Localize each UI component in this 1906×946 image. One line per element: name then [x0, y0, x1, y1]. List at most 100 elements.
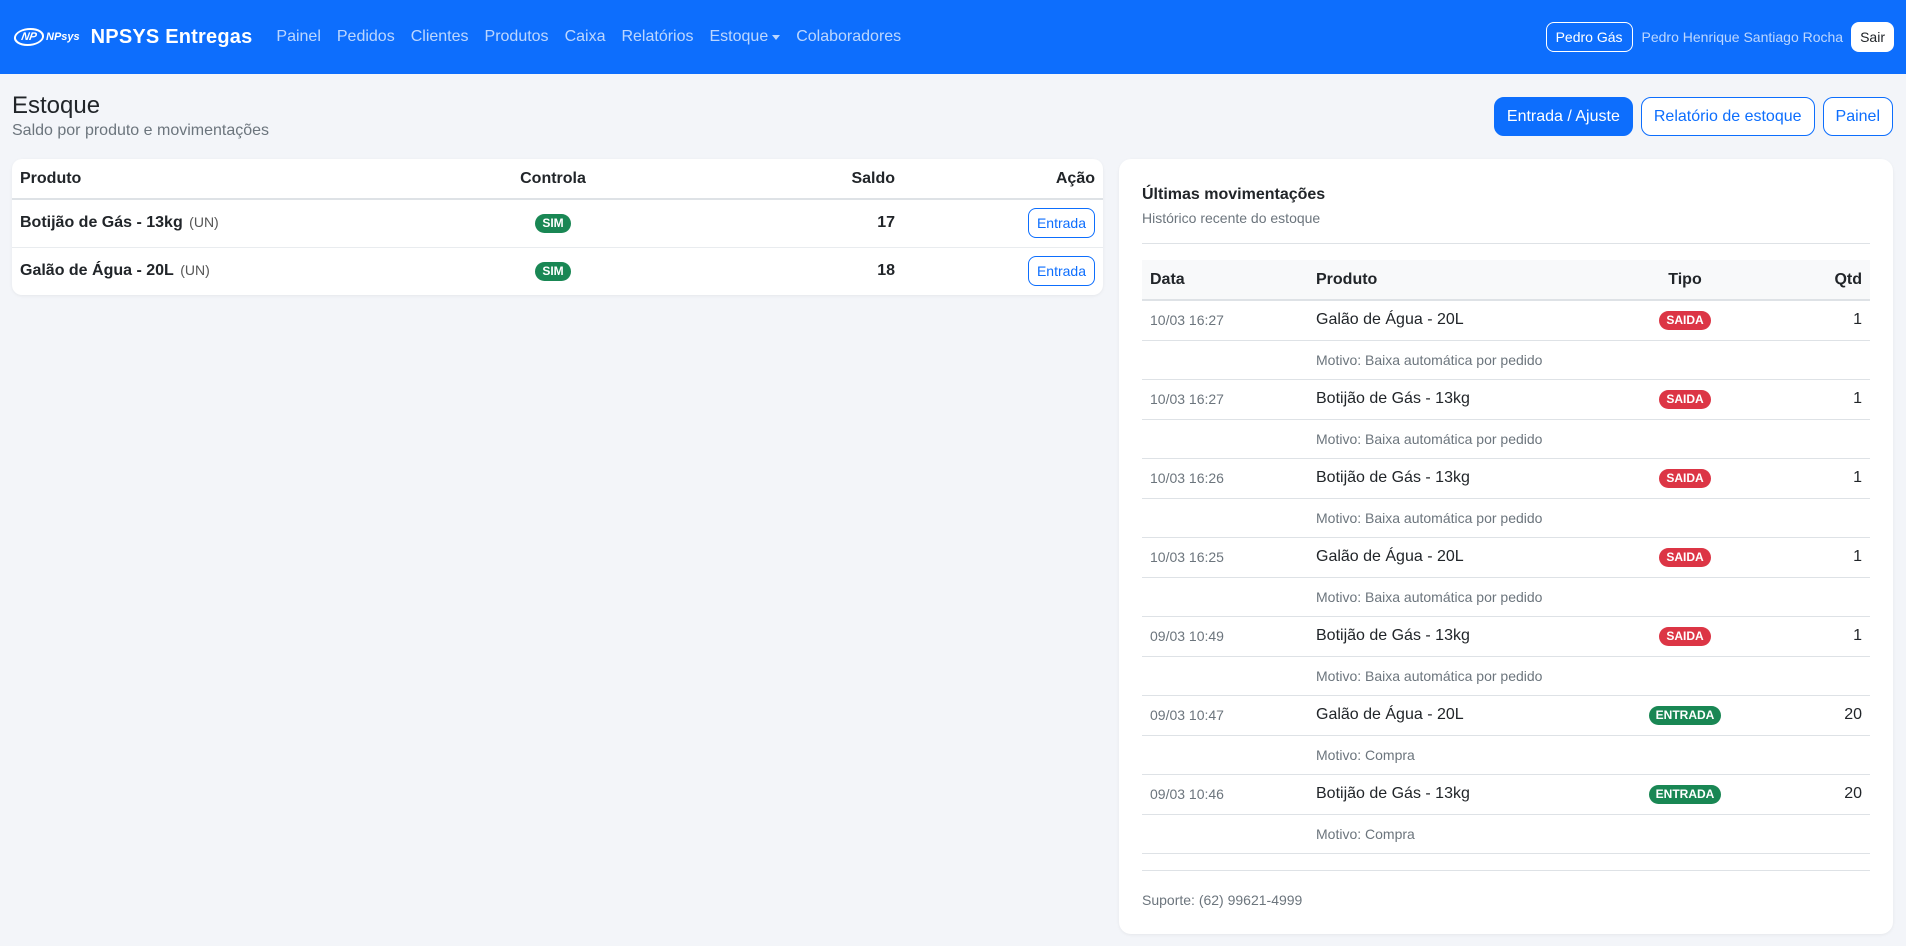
- movement-qty: 1: [1756, 379, 1870, 420]
- movement-row: 10/03 16:27 Botijão de Gás - 13kg SAIDA …: [1142, 379, 1870, 420]
- movement-reason-row: Motivo: Baixa automática por pedido: [1142, 656, 1870, 696]
- nav-item-colaboradores[interactable]: Colaboradores: [796, 28, 901, 46]
- col-header-product: Produto: [1308, 260, 1614, 301]
- movement-type-cell: SAIDA: [1614, 300, 1756, 341]
- action-cell: Entrada: [903, 199, 1103, 248]
- movement-type-badge: SAIDA: [1659, 389, 1711, 409]
- entry-button[interactable]: Entrada: [1027, 256, 1095, 287]
- movement-date: 10/03 16:27: [1142, 300, 1308, 341]
- col-header-type: Tipo: [1614, 260, 1756, 301]
- brand-logo-text: NPsys: [46, 31, 80, 43]
- nav-item-caixa[interactable]: Caixa: [565, 28, 606, 46]
- movement-date: 10/03 16:26: [1142, 458, 1308, 499]
- brand-logo: NP NPsys: [12, 28, 80, 46]
- col-header-action: Ação: [903, 159, 1103, 200]
- nav-item-produtos[interactable]: Produtos: [485, 28, 549, 46]
- balance-cell: 17: [621, 199, 903, 248]
- movements-table-header: Data Produto Tipo Qtd: [1142, 260, 1870, 301]
- balance-cell: 18: [877, 262, 895, 280]
- movement-product: Galão de Água - 20L: [1308, 537, 1614, 578]
- movement-type-cell: SAIDA: [1614, 379, 1756, 420]
- stock-card: Produto Controla Saldo Ação Botijão de G…: [12, 159, 1103, 295]
- movement-row: 10/03 16:26 Botijão de Gás - 13kg SAIDA …: [1142, 458, 1870, 499]
- movement-type-cell: SAIDA: [1614, 616, 1756, 657]
- logout-button[interactable]: Sair: [1851, 22, 1894, 52]
- movement-qty: 20: [1756, 774, 1870, 815]
- user-area: Pedro Gás Pedro Henrique Santiago Rocha …: [1545, 0, 1894, 74]
- movement-reason: Motivo: Baixa automática por pedido: [1308, 656, 1870, 696]
- brand[interactable]: NP NPsys NPSYS Entregas: [12, 25, 253, 49]
- entry-button[interactable]: Entrada: [1027, 208, 1095, 239]
- movement-reason: Motivo: Baixa automática por pedido: [1308, 340, 1870, 380]
- stock-report-button[interactable]: Relatório de estoque: [1640, 97, 1815, 136]
- movement-type-badge: SAIDA: [1659, 547, 1711, 567]
- stock-table: Produto Controla Saldo Ação Botijão de G…: [12, 159, 1103, 295]
- movement-qty: 1: [1756, 300, 1870, 341]
- brand-name: NPSYS Entregas: [90, 25, 253, 48]
- movement-reason: Motivo: Baixa automática por pedido: [1308, 577, 1870, 617]
- page-title: Estoque: [12, 92, 101, 119]
- movement-row: 09/03 10:47 Galão de Água - 20L ENTRADA …: [1142, 695, 1870, 736]
- movement-row: 09/03 10:49 Botijão de Gás - 13kg SAIDA …: [1142, 616, 1870, 657]
- movement-reason: Motivo: Compra: [1308, 814, 1870, 854]
- entry-adjust-button[interactable]: Entrada / Ajuste: [1493, 97, 1633, 136]
- page-header: Estoque Saldo por produto e movimentaçõe…: [0, 74, 1906, 158]
- movement-type-cell: SAIDA: [1614, 458, 1756, 499]
- movements-card: Últimas movimentações Histórico recente …: [1119, 159, 1893, 934]
- movement-reason-row: Motivo: Baixa automática por pedido: [1142, 340, 1870, 380]
- movement-type-badge: ENTRADA: [1648, 705, 1722, 725]
- movement-reason-row: Motivo: Baixa automática por pedido: [1142, 498, 1870, 538]
- movement-date: 09/03 10:47: [1142, 695, 1308, 736]
- table-row: Botijão de Gás - 13kg (UN) SIM 17 Entrad…: [12, 199, 1103, 248]
- controls-badge: SIM: [535, 213, 571, 233]
- col-header-controls: Controla: [485, 159, 621, 200]
- header-actions: Entrada / Ajuste Relatório de estoque Pa…: [1486, 97, 1893, 136]
- movement-qty: 1: [1756, 537, 1870, 578]
- product-cell: Galão de Água - 20L (UN): [12, 247, 485, 295]
- nav-item-estoque-dropdown[interactable]: Estoque: [710, 28, 781, 46]
- movement-date: 10/03 16:25: [1142, 537, 1308, 578]
- movement-qty: 1: [1756, 458, 1870, 499]
- movement-type-cell: ENTRADA: [1614, 774, 1756, 815]
- table-row: Galão de Água - 20L (UN) SIM 18 Entrada: [12, 247, 1103, 295]
- movement-row: 10/03 16:27 Galão de Água - 20L SAIDA 1: [1142, 300, 1870, 341]
- nav-menu: Painel Pedidos Clientes Produtos Caixa R…: [276, 28, 917, 46]
- movement-product: Botijão de Gás - 13kg: [1308, 458, 1614, 499]
- movement-reason-row: Motivo: Compra: [1142, 735, 1870, 775]
- movement-reason: Motivo: Baixa automática por pedido: [1308, 498, 1870, 538]
- user-name: Pedro Henrique Santiago Rocha: [1641, 29, 1844, 45]
- col-header-product: Produto: [12, 159, 485, 200]
- tenant-button[interactable]: Pedro Gás: [1545, 22, 1633, 52]
- movement-product: Galão de Água - 20L: [1308, 300, 1614, 341]
- movement-qty: 1: [1756, 616, 1870, 657]
- movement-date: 10/03 16:27: [1142, 379, 1308, 420]
- product-unit: (UN): [180, 262, 210, 279]
- movement-product: Botijão de Gás - 13kg: [1308, 774, 1614, 815]
- product-name: Botijão de Gás - 13kg: [20, 214, 183, 232]
- movement-reason: Motivo: Baixa automática por pedido: [1308, 419, 1870, 459]
- col-header-date: Data: [1142, 260, 1308, 301]
- movement-reason-row: Motivo: Compra: [1142, 814, 1870, 854]
- col-header-balance: Saldo: [621, 159, 903, 200]
- dashboard-button[interactable]: Painel: [1822, 97, 1893, 136]
- controls-badge: SIM: [535, 261, 571, 281]
- product-cell: Botijão de Gás - 13kg (UN): [12, 199, 485, 248]
- movement-reason: Motivo: Compra: [1308, 735, 1870, 775]
- movement-type-badge: SAIDA: [1659, 626, 1711, 646]
- nav-item-pedidos[interactable]: Pedidos: [337, 28, 395, 46]
- nav-item-clientes[interactable]: Clientes: [411, 28, 469, 46]
- movement-type-badge: ENTRADA: [1648, 784, 1722, 804]
- nav-item-painel[interactable]: Painel: [276, 28, 320, 46]
- stock-table-header: Produto Controla Saldo Ação: [12, 159, 1103, 200]
- col-header-qty: Qtd: [1756, 260, 1870, 301]
- movements-title: Últimas movimentações: [1142, 186, 1326, 203]
- movement-qty: 20: [1756, 695, 1870, 736]
- movement-row: 10/03 16:25 Galão de Água - 20L SAIDA 1: [1142, 537, 1870, 578]
- movement-type-badge: SAIDA: [1659, 310, 1711, 330]
- page-subtitle: Saldo por produto e movimentações: [12, 122, 270, 139]
- nav-item-relatorios[interactable]: Relatórios: [621, 28, 693, 46]
- movement-row: 09/03 10:46 Botijão de Gás - 13kg ENTRAD…: [1142, 774, 1870, 815]
- controls-cell: SIM: [485, 199, 621, 248]
- controls-cell: SIM: [485, 247, 621, 295]
- action-cell: Entrada: [903, 247, 1103, 295]
